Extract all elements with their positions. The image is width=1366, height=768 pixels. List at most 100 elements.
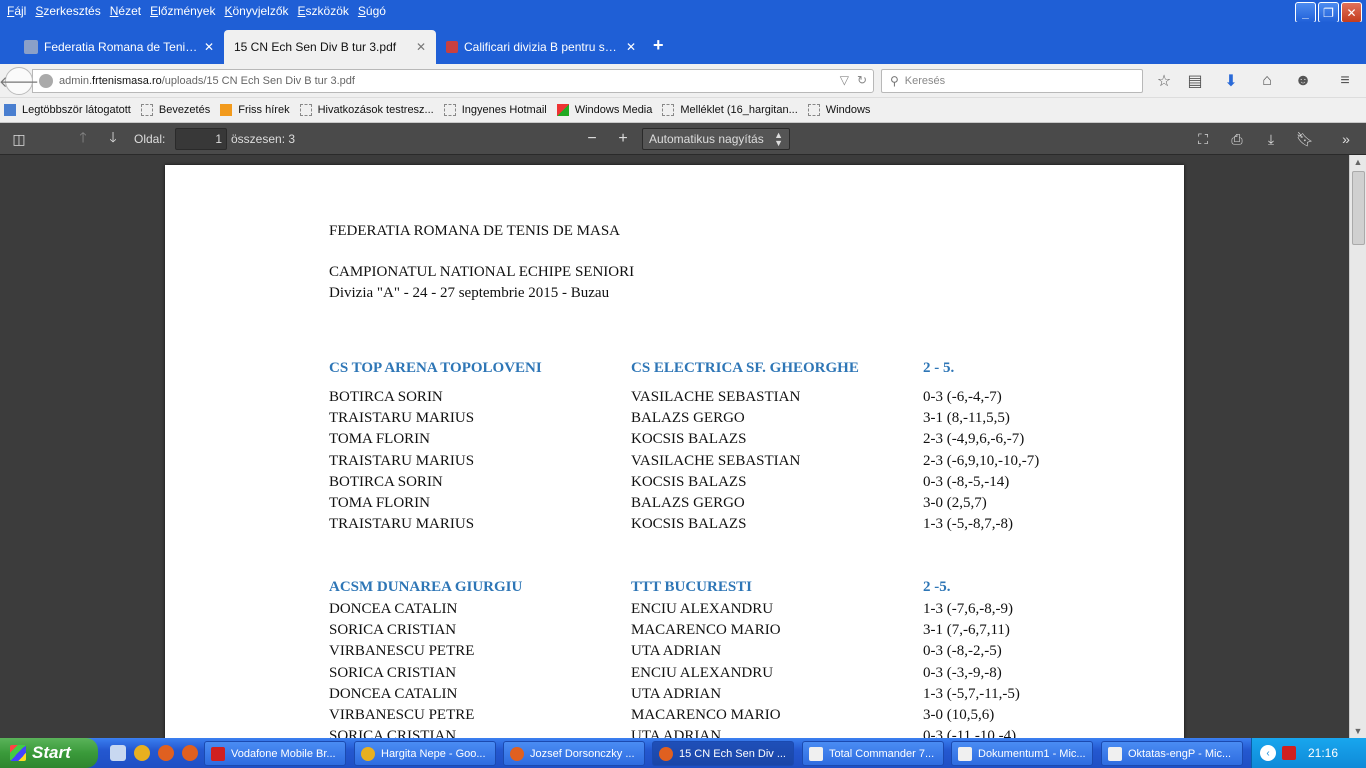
next-page-icon[interactable]: 🡓 (104, 128, 122, 150)
bookmark-hotmail[interactable]: Ingyenes Hotmail (443, 104, 547, 116)
page-icon (299, 104, 312, 116)
reload-icon[interactable]: ↻ (857, 73, 867, 87)
player-home: BOTIRCA SORIN (329, 389, 443, 405)
document-federation: FEDERATIA ROMANA DE TENIS DE MASA (329, 223, 620, 239)
clock[interactable]: 21:16 (1308, 746, 1338, 760)
tab-title: 15 CN Ech Sen Div B tur 3.pdf (234, 40, 397, 54)
tab-pdf[interactable]: 15 CN Ech Sen Div B tur 3.pdf ✕ (224, 30, 436, 64)
hamburger-menu-icon[interactable]: ≡ (1335, 71, 1355, 91)
bookmark-windows[interactable]: Windows (807, 104, 870, 116)
previous-page-icon[interactable]: 🡑 (74, 128, 92, 150)
player-away: KOCSIS BALAZS (631, 473, 747, 490)
task-total-commander[interactable]: Total Commander 7... (802, 741, 944, 766)
page-number-input[interactable]: 1 (175, 128, 227, 150)
menu-history[interactable]: Előzmények (150, 4, 215, 18)
new-tab-button[interactable]: + (653, 35, 664, 56)
scrollbar-thumb[interactable] (1352, 171, 1365, 245)
bookmark-melleklet[interactable]: Melléklet (16_hargitan... (662, 104, 798, 116)
task-pdf[interactable]: 15 CN Ech Sen Div ... (652, 741, 794, 766)
menu-tools[interactable]: Eszközök (298, 4, 349, 18)
scroll-up-icon[interactable]: ▲ (1350, 155, 1366, 169)
task-vodafone[interactable]: Vodafone Mobile Br... (204, 741, 346, 766)
player-away: MACARENCO MARIO (631, 622, 781, 639)
game-result: 3-1 (7,-6,7,11) (923, 622, 1010, 639)
tab-federatia[interactable]: Federatia Romana de Tenis d... ✕ (14, 30, 224, 64)
document-championship: CAMPIONATUL NATIONAL ECHIPE SENIORI (329, 264, 635, 280)
menu-help[interactable]: Súgó (358, 4, 386, 18)
quicklaunch-firefox2-icon[interactable] (182, 745, 198, 761)
menu-bookmarks[interactable]: Könyvjelzők (224, 4, 288, 18)
back-button[interactable]: 🡐 (0, 67, 39, 95)
search-input[interactable]: ⚲ Keresés (881, 69, 1143, 93)
zoom-out-button[interactable]: − (582, 128, 602, 150)
zoom-select[interactable]: Automatikus nagyítás ▲ ▼ (642, 128, 790, 150)
task-oktatas[interactable]: Oktatas-engP - Mic... (1101, 741, 1243, 766)
game-result: 1-3 (-7,6,-8,-9) (923, 601, 1013, 617)
window-controls: _ ❐ ✕ (1295, 2, 1362, 23)
close-icon[interactable]: ✕ (416, 40, 426, 54)
tab-bar: Federatia Romana de Tenis d... ✕ 15 CN E… (0, 22, 1366, 64)
player-home: SORICA CRISTIAN (329, 622, 457, 639)
menu-edit[interactable]: Szerkesztés (35, 4, 100, 18)
tray-app-icon[interactable] (1282, 746, 1296, 760)
download-icon[interactable]: ⤓ (1262, 128, 1280, 150)
scroll-down-icon[interactable]: ▼ (1350, 724, 1366, 738)
close-icon[interactable]: ✕ (204, 40, 214, 54)
task-jozsef[interactable]: Jozsef Dorsonczky ... (503, 741, 645, 766)
close-window-button[interactable]: ✕ (1341, 2, 1362, 23)
url-bar[interactable]: admin.frtenismasa.ro/uploads/15 CN Ech S… (32, 69, 874, 93)
site-favicon-icon (24, 40, 38, 54)
menu-file[interactable]: Fájl (7, 4, 26, 18)
sidebar-toggle-icon[interactable]: ◫ (10, 128, 28, 150)
dropdown-arrow-icon[interactable]: ▽ (840, 73, 849, 87)
close-icon[interactable]: ✕ (626, 40, 636, 54)
pdf-page: FEDERATIA ROMANA DE TENIS DE MASA CAMPIO… (165, 165, 1184, 738)
reading-list-icon[interactable]: ▤ (1185, 71, 1205, 91)
hello-chat-icon[interactable]: ☻ (1293, 71, 1313, 91)
quicklaunch-firefox-icon[interactable] (158, 745, 174, 761)
page-icon (140, 104, 153, 116)
start-button[interactable]: Start (0, 738, 98, 768)
site-favicon-icon (446, 41, 458, 53)
zoom-in-button[interactable]: + (613, 128, 633, 150)
quicklaunch-chrome-icon[interactable] (134, 745, 150, 761)
presentation-mode-icon[interactable]: ⛶ (1194, 128, 1212, 150)
bookmark-hivatkozasok[interactable]: Hivatkozások testresz... (299, 104, 434, 116)
bookmark-star-icon[interactable]: ☆ (1154, 71, 1174, 91)
search-icon: ⚲ (890, 74, 899, 88)
navigation-bar: admin.frtenismasa.ro/uploads/15 CN Ech S… (0, 64, 1366, 98)
menu-view[interactable]: Nézet (110, 4, 141, 18)
team-away: CS ELECTRICA SF. GHEORGHE (631, 360, 859, 376)
page-label: Oldal: (134, 132, 166, 146)
task-dokumentum1[interactable]: Dokumentum1 - Mic... (951, 741, 1093, 766)
game-result: 0-3 (-8,-5,-14) (923, 473, 1010, 490)
bookmark-windows-media[interactable]: Windows Media (556, 104, 652, 116)
vertical-scrollbar[interactable]: ▲ ▼ (1349, 155, 1366, 738)
tray-expand-icon[interactable]: ‹ (1260, 745, 1276, 761)
home-icon[interactable]: ⌂ (1257, 71, 1277, 91)
quicklaunch-explorer-icon[interactable] (110, 745, 126, 761)
game-result: 2-3 (-4,9,6,-6,-7) (923, 431, 1025, 448)
rss-icon (220, 104, 233, 116)
restore-button[interactable]: ❐ (1318, 2, 1339, 23)
game-result: 3-1 (8,-11,5,5) (923, 410, 1010, 427)
minimize-button[interactable]: _ (1295, 2, 1316, 23)
tab-calificari[interactable]: Calificari divizia B pentru sezo... ✕ (436, 30, 646, 64)
match-score: 2 - 5. (923, 360, 955, 376)
print-icon[interactable]: ⎙ (1228, 128, 1246, 150)
player-away: KOCSIS BALAZS (631, 516, 747, 533)
app-icon (211, 746, 225, 761)
pdf-viewer[interactable]: FEDERATIA ROMANA DE TENIS DE MASA CAMPIO… (0, 155, 1366, 738)
tab-title: Calificari divizia B pentru sezo... (464, 40, 620, 54)
downloads-icon[interactable]: ⬇ (1221, 71, 1241, 91)
windows-logo-icon (556, 104, 569, 116)
chrome-icon (361, 746, 375, 761)
bookmark-most-visited[interactable]: Legtöbbször látogatott (4, 104, 131, 116)
match-score: 2 -5. (923, 579, 951, 595)
tools-overflow-icon[interactable]: » (1336, 128, 1356, 150)
bookmark-bevezetes[interactable]: Bevezetés (140, 104, 210, 116)
task-hargita[interactable]: Hargita Nepe - Goo... (354, 741, 496, 766)
game-result: 1-3 (-5,7,-11,-5) (923, 685, 1020, 702)
bookmark-friss-hirek[interactable]: Friss hírek (220, 104, 290, 116)
bookmark-view-icon[interactable]: 🔖︎ (1296, 128, 1314, 150)
